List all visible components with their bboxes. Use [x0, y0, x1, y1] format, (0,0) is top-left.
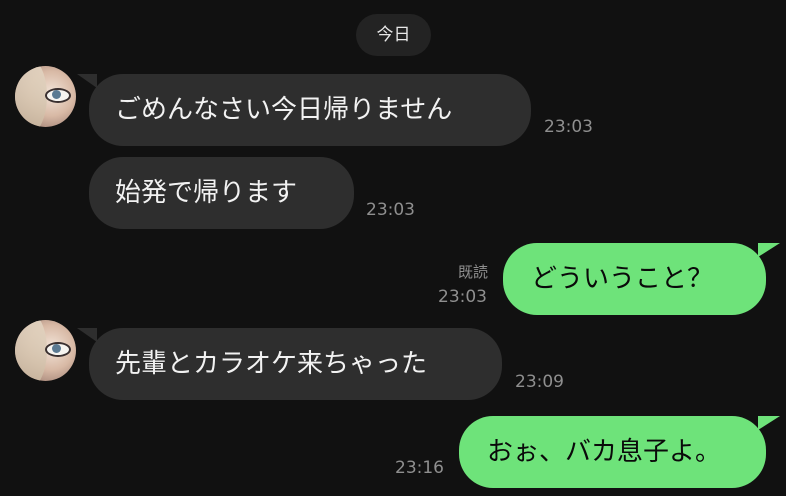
avatar[interactable]	[15, 66, 76, 127]
message-text: 先輩とカラオケ来ちゃった	[115, 349, 428, 379]
avatar[interactable]	[15, 320, 76, 381]
read-receipt: 既読	[458, 263, 489, 281]
chat-view: 今日 ごめんなさい今日帰りません 23:03 始発で帰ります 23:03 既読 …	[0, 0, 786, 496]
message-timestamp: 23:03	[438, 287, 487, 307]
message-bubble-incoming[interactable]: 先輩とカラオケ来ちゃった	[77, 328, 502, 400]
message-text: おぉ、バカ息子よ。	[487, 437, 722, 467]
bubble-tail	[758, 416, 780, 430]
message-timestamp: 23:03	[544, 117, 593, 137]
message-text: 始発で帰ります	[115, 178, 298, 208]
avatar-hair	[15, 320, 47, 381]
message-timestamp: 23:09	[515, 372, 564, 392]
message-bubble-outgoing[interactable]: おぉ、バカ息子よ。	[459, 416, 780, 488]
bubble-tail	[77, 328, 97, 342]
bubble-tail	[77, 74, 97, 88]
bubble-tail	[758, 243, 780, 257]
message-bubble-incoming[interactable]: ごめんなさい今日帰りません	[77, 74, 531, 146]
message-bubble-outgoing[interactable]: どういうこと？	[503, 243, 780, 315]
avatar-hair	[15, 66, 47, 127]
date-separator: 今日	[356, 14, 431, 56]
message-bubble-incoming[interactable]: 始発で帰ります	[89, 157, 354, 229]
avatar-iris	[52, 344, 61, 353]
avatar-iris	[52, 90, 61, 99]
message-timestamp: 23:16	[395, 458, 444, 478]
message-timestamp: 23:03	[366, 200, 415, 220]
message-text: ごめんなさい今日帰りません	[115, 95, 453, 125]
message-text: どういうこと？	[531, 264, 714, 294]
